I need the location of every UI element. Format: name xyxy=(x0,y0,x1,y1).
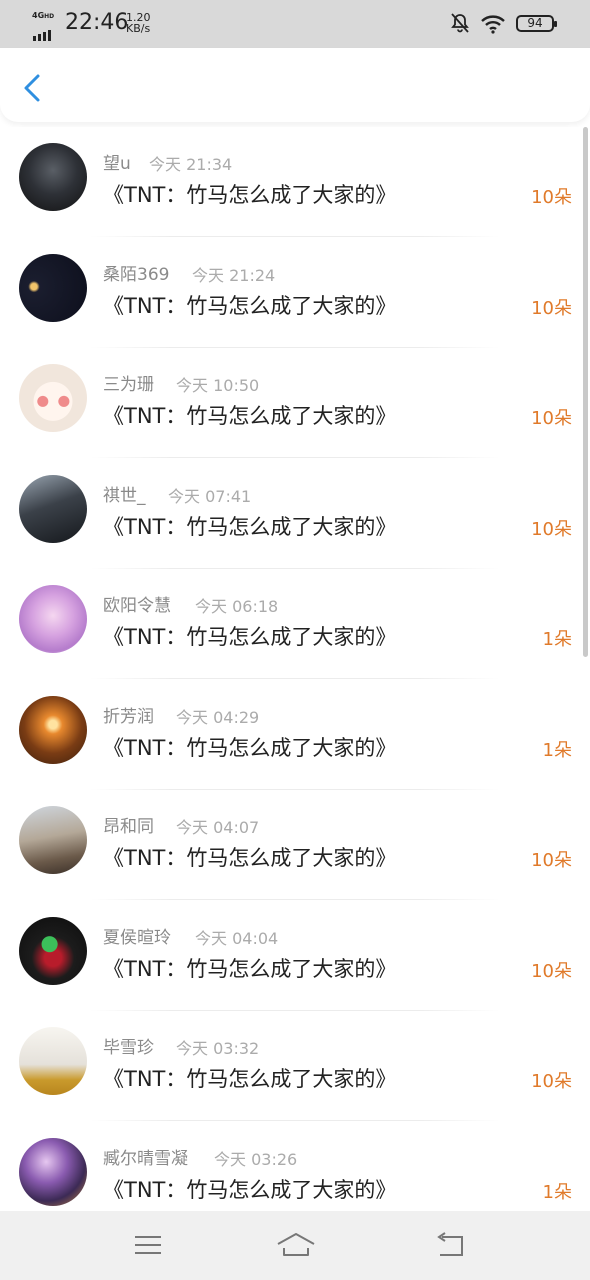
avatar[interactable] xyxy=(19,1137,87,1206)
avatar[interactable] xyxy=(19,143,87,211)
username[interactable]: 夏侯暄玲 xyxy=(103,923,171,948)
username[interactable]: 望u xyxy=(103,149,131,174)
battery-icon: 94 xyxy=(516,15,557,32)
timestamp: 今天 07:41 xyxy=(168,486,252,506)
gift-count: 1朵 xyxy=(542,1181,572,1203)
network-speed: 1.20 KB/s xyxy=(126,11,151,35)
username[interactable]: 桑陌369 xyxy=(103,260,169,285)
system-nav-bar xyxy=(0,1211,590,1280)
timestamp: 今天 21:34 xyxy=(149,155,233,174)
username[interactable]: 折芳润 xyxy=(103,702,154,727)
list-item[interactable]: 桑陌369 今天 21:24 《TNT：竹马怎么成了大家的》 10朵 xyxy=(0,238,590,348)
list-item[interactable]: 折芳润 今天 04:29 《TNT：竹马怎么成了大家的》 1朵 xyxy=(0,680,590,790)
timestamp: 今天 03:32 xyxy=(176,1039,260,1058)
timestamp: 今天 04:07 xyxy=(176,818,260,837)
book-title: 《TNT：竹马怎么成了大家的》 xyxy=(103,1177,397,1202)
book-title: 《TNT：竹马怎么成了大家的》 xyxy=(103,956,397,981)
wifi-icon xyxy=(481,15,505,34)
book-title: 《TNT：竹马怎么成了大家的》 xyxy=(103,846,397,870)
book-title: 《TNT：竹马怎么成了大家的》 xyxy=(103,735,397,760)
timestamp: 今天 06:18 xyxy=(195,597,279,616)
gift-record-list[interactable]: 望u 今天 21:34 《TNT：竹马怎么成了大家的》 10朵 桑陌369 今天 21:2… xyxy=(0,127,590,1211)
timestamp: 今天 04:29 xyxy=(176,707,260,727)
list-item[interactable]: 望u 今天 21:34 《TNT：竹马怎么成了大家的》 10朵 xyxy=(0,127,590,237)
gift-count: 10朵 xyxy=(531,850,572,871)
gift-count: 1朵 xyxy=(542,629,572,650)
gift-count: 10朵 xyxy=(531,518,572,540)
avatar[interactable] xyxy=(19,806,87,874)
status-bar: 4GHD 22:46 1.20 KB/s 94 xyxy=(0,0,590,48)
scrollbar[interactable] xyxy=(583,127,588,657)
avatar[interactable] xyxy=(19,1027,87,1095)
book-title: 《TNT：竹马怎么成了大家的》 xyxy=(103,293,397,318)
mute-bell-icon xyxy=(451,13,469,33)
username[interactable]: 昂和同 xyxy=(103,812,154,837)
username[interactable]: 祺世_ xyxy=(103,481,146,506)
list-item[interactable]: 毕雪珍 今天 03:32 《TNT：竹马怎么成了大家的》 10朵 xyxy=(0,1011,590,1121)
username[interactable]: 臧尔晴雪凝 xyxy=(103,1144,188,1169)
list-item[interactable]: 夏侯暄玲 今天 04:04 《TNT：竹马怎么成了大家的》 10朵 xyxy=(0,901,590,1011)
list-item[interactable]: 臧尔晴雪凝 今天 03:26 《TNT：竹马怎么成了大家的》 1朵 xyxy=(0,1122,590,1212)
list-item[interactable]: 昂和同 今天 04:07 《TNT：竹马怎么成了大家的》 10朵 xyxy=(0,790,590,900)
avatar[interactable] xyxy=(19,585,87,653)
username[interactable]: 欧阳令慧 xyxy=(103,591,171,616)
book-title: 《TNT：竹马怎么成了大家的》 xyxy=(103,404,397,428)
gift-count: 10朵 xyxy=(531,1071,572,1092)
chevron-left-icon[interactable] xyxy=(18,70,48,106)
gift-count: 10朵 xyxy=(531,297,572,319)
list-item[interactable]: 祺世_ 今天 07:41 《TNT：竹马怎么成了大家的》 10朵 xyxy=(0,459,590,569)
avatar[interactable] xyxy=(19,695,87,764)
book-title: 《TNT：竹马怎么成了大家的》 xyxy=(103,1067,397,1091)
timestamp: 今天 03:26 xyxy=(214,1149,298,1169)
list-item[interactable]: 欧阳令慧 今天 06:18 《TNT：竹马怎么成了大家的》 1朵 xyxy=(0,569,590,679)
avatar[interactable] xyxy=(19,253,87,322)
avatar[interactable] xyxy=(19,916,87,985)
clock: 22:46 xyxy=(65,10,129,35)
gift-count: 10朵 xyxy=(531,187,572,208)
back-icon[interactable] xyxy=(432,1229,468,1261)
avatar[interactable] xyxy=(19,474,87,543)
timestamp: 今天 04:04 xyxy=(195,928,279,948)
top-app-bar xyxy=(0,48,590,122)
menu-icon[interactable] xyxy=(130,1229,166,1261)
avatar[interactable] xyxy=(19,364,87,432)
gift-count: 10朵 xyxy=(531,960,572,982)
home-icon[interactable] xyxy=(275,1229,317,1261)
timestamp: 今天 21:24 xyxy=(192,265,276,285)
signal-icon: 4GHD xyxy=(32,11,60,41)
book-title: 《TNT：竹马怎么成了大家的》 xyxy=(103,183,397,207)
username[interactable]: 毕雪珍 xyxy=(103,1033,154,1058)
list-item[interactable]: 三为珊 今天 10:50 《TNT：竹马怎么成了大家的》 10朵 xyxy=(0,348,590,458)
book-title: 《TNT：竹马怎么成了大家的》 xyxy=(103,625,397,649)
gift-count: 10朵 xyxy=(531,408,572,429)
gift-count: 1朵 xyxy=(542,739,572,761)
username[interactable]: 三为珊 xyxy=(103,370,154,395)
timestamp: 今天 10:50 xyxy=(176,376,260,395)
book-title: 《TNT：竹马怎么成了大家的》 xyxy=(103,514,397,539)
